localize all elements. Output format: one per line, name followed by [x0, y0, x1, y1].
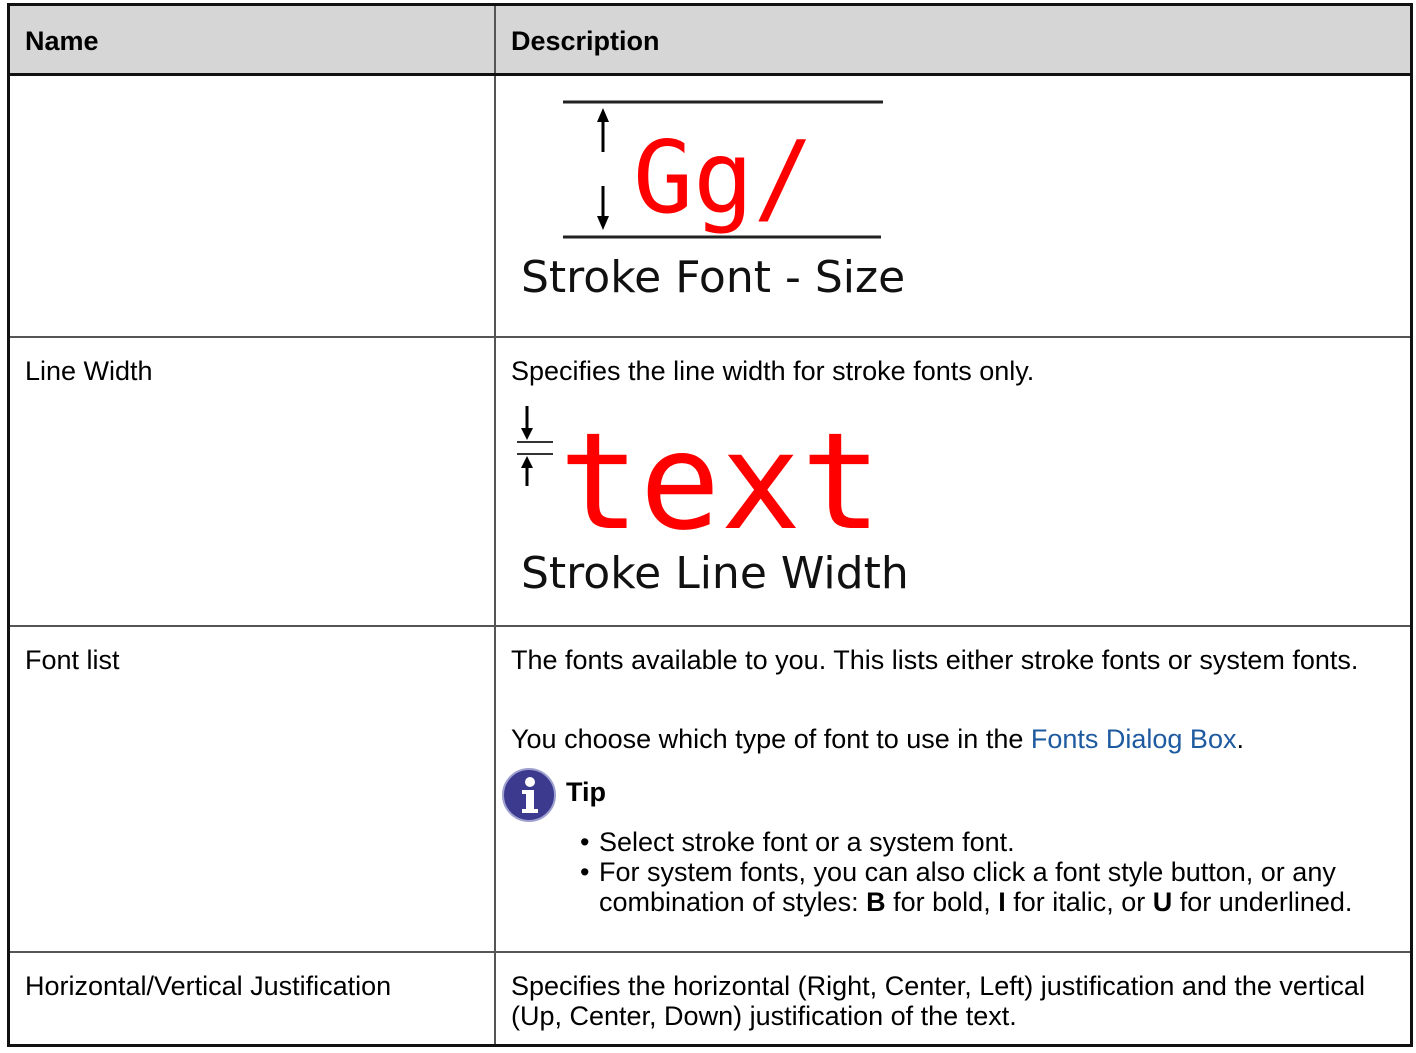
tip-item-text: for underlined. [1172, 887, 1353, 917]
tip-label: Tip [566, 777, 606, 807]
list-item: Select stroke font or a system font. [580, 827, 1370, 857]
tip-item-text: for italic, or [1005, 887, 1153, 917]
header-name: Name [10, 6, 496, 73]
row-description: Specifies the horizontal (Right, Center,… [511, 971, 1365, 1031]
tip-list: Select stroke font or a system font. For… [580, 827, 1370, 917]
line-width-figure: text Stroke Line Width [517, 404, 909, 599]
row-description-2: You choose which type of font to use in … [511, 724, 1380, 754]
name-cell: Line Width [10, 338, 496, 625]
description-cell: Gg/ Stroke Font - Size [496, 76, 1410, 336]
table-row: Horizontal/Vertical Justification Specif… [10, 953, 1410, 1044]
line-width-caption: Stroke Line Width [521, 548, 909, 599]
row-description: The fonts available to you. This lists e… [511, 645, 1359, 675]
stroke-size-glyphs: Gg/ [633, 119, 814, 236]
italic-key: I [998, 887, 1006, 917]
description-cell: Specifies the line width for stroke font… [496, 338, 1410, 625]
table-row: Font list The fonts available to you. Th… [10, 627, 1410, 953]
table-row: Line Width Specifies the line width for … [10, 338, 1410, 627]
table-header: Name Description [10, 6, 1410, 76]
description-cell: Specifies the horizontal (Right, Center,… [496, 953, 1410, 1044]
line-width-glyphs: text [559, 404, 882, 560]
row-name: Horizontal/Vertical Justification [25, 971, 392, 1001]
underline-key: U [1152, 887, 1173, 917]
name-cell [10, 76, 496, 336]
tip-item-text: Select stroke font or a system font. [599, 827, 1015, 857]
table-row: Gg/ Stroke Font - Size [10, 76, 1410, 338]
row-name: Font list [25, 645, 120, 675]
properties-table: Name Description Gg/ Stroke Font - Size … [7, 3, 1413, 1047]
tip-item-text: for bold, [885, 887, 999, 917]
list-item: For system fonts, you can also click a f… [580, 857, 1370, 917]
stroke-size-figure: Gg/ Stroke Font - Size [521, 100, 905, 303]
header-description: Description [511, 26, 660, 56]
row-name: Line Width [25, 356, 153, 386]
name-cell: Horizontal/Vertical Justification [10, 953, 496, 1044]
description-cell: The fonts available to you. This lists e… [496, 627, 1410, 951]
stroke-size-caption: Stroke Font - Size [521, 252, 905, 303]
fonts-dialog-box-link[interactable]: Fonts Dialog Box [1031, 724, 1237, 754]
bold-key: B [866, 887, 886, 917]
info-icon [502, 768, 556, 822]
name-cell: Font list [10, 627, 496, 951]
description-text: You choose which type of font to use in … [511, 724, 1031, 754]
row-description: Specifies the line width for stroke font… [511, 356, 1035, 386]
description-text: . [1236, 724, 1244, 754]
